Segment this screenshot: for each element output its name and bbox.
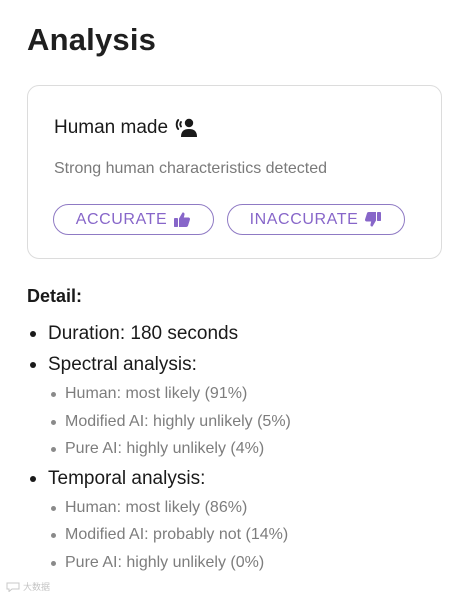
temporal-analysis-item: Temporal analysis: Human: most likely (8… — [27, 463, 447, 577]
spectral-analysis-item: Spectral analysis: Human: most likely (9… — [27, 349, 447, 463]
detail-list: Duration: 180 seconds Spectral analysis:… — [27, 318, 447, 576]
list-item: Human: most likely (86%) — [48, 494, 447, 522]
verdict: Human made — [54, 117, 199, 139]
chat-bubble-icon — [6, 582, 20, 593]
detail-heading: Detail: — [27, 286, 83, 306]
page-title: Analysis — [27, 22, 157, 57]
duration-item: Duration: 180 seconds — [27, 318, 447, 349]
accurate-button[interactable]: ACCURATE — [53, 204, 214, 235]
list-item: Pure AI: highly unlikely (0%) — [48, 549, 447, 577]
spectral-analysis-list: Human: most likely (91%) Modified AI: hi… — [48, 380, 447, 463]
result-card: Human made Strong human characteristics … — [27, 85, 442, 259]
temporal-analysis-list: Human: most likely (86%) Modified AI: pr… — [48, 494, 447, 577]
verdict-label: Human made — [54, 117, 169, 138]
thumbs-up-icon — [173, 211, 191, 228]
watermark-text: 大数据 — [23, 582, 51, 592]
list-item: Modified AI: probably not (14%) — [48, 521, 447, 549]
spectral-analysis-label: Spectral analysis: — [48, 354, 197, 375]
list-item: Human: most likely (91%) — [48, 380, 447, 408]
accurate-button-label: ACCURATE — [75, 210, 168, 228]
temporal-analysis-label: Temporal analysis: — [48, 467, 206, 489]
inaccurate-button-label: INACCURATE — [249, 210, 359, 228]
thumbs-down-icon — [364, 211, 382, 228]
list-item: Modified AI: highly unlikely (5%) — [48, 408, 447, 436]
inaccurate-button[interactable]: INACCURATE — [227, 204, 405, 235]
watermark: 大数据 — [6, 580, 50, 593]
person-voice-icon — [175, 117, 199, 139]
duration-label: Duration: 180 seconds — [48, 323, 239, 344]
verdict-description: Strong human characteristics detected — [54, 160, 328, 177]
list-item: Pure AI: highly unlikely (4%) — [48, 435, 447, 463]
